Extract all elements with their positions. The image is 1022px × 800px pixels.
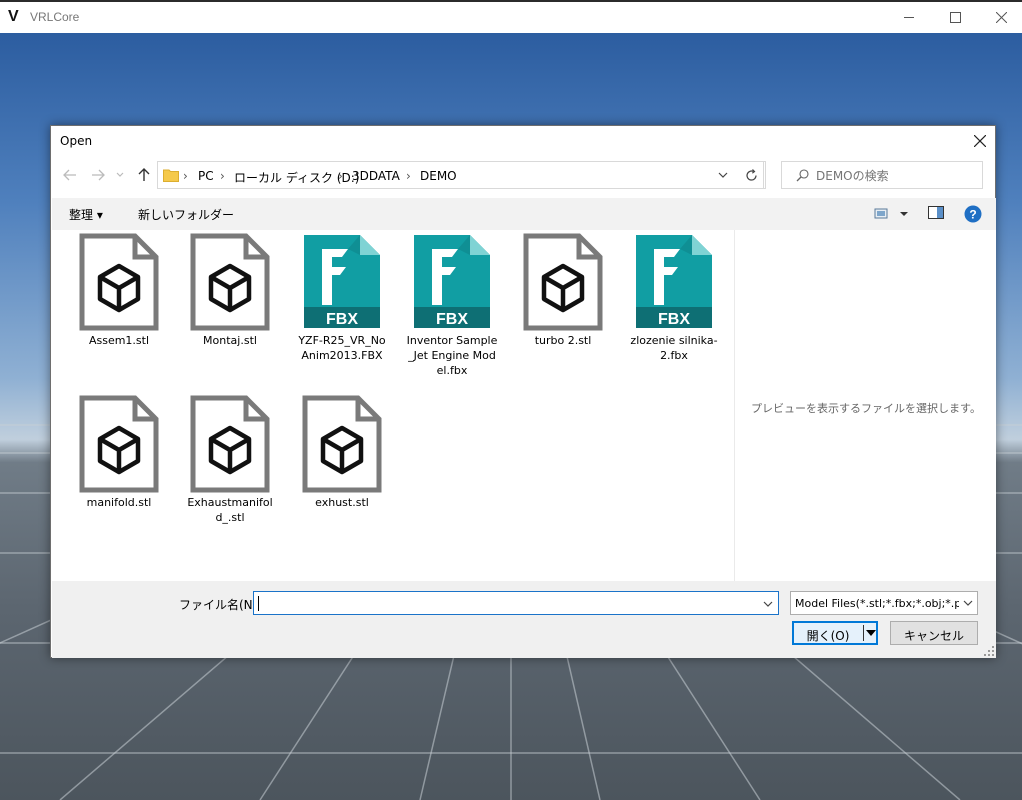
- file-item-stl[interactable]: turbo 2.stl: [513, 233, 613, 348]
- breadcrumb-3ddata[interactable]: 3DDATA: [352, 169, 400, 183]
- file-name: Exhaustmanifold_.stl: [187, 496, 273, 524]
- stl-file-icon: [523, 233, 603, 331]
- view-icon: [874, 208, 908, 219]
- app-titlebar: V VRLCore: [0, 0, 1022, 33]
- file-item-fbx[interactable]: FBX zlozenie silnika-2.fbx: [624, 233, 724, 363]
- svg-text:FBX: FBX: [436, 311, 468, 328]
- dialog-close-button[interactable]: [965, 126, 995, 156]
- file-name: manifold.stl: [86, 496, 152, 509]
- close-icon: [974, 135, 986, 147]
- address-bar[interactable]: › PC › ローカル ディスク (D:) › 3DDATA › DEMO: [157, 161, 764, 189]
- dialog-title: Open: [60, 134, 93, 148]
- app-logo: V: [8, 8, 19, 25]
- open-options-button[interactable]: [865, 627, 877, 639]
- filename-dropdown-button[interactable]: [760, 596, 776, 612]
- refresh-icon: [745, 168, 757, 181]
- help-button[interactable]: ?: [964, 205, 982, 223]
- file-item-stl[interactable]: manifold.stl: [69, 395, 169, 510]
- stl-file-icon: [79, 233, 159, 331]
- resize-grip-icon[interactable]: [984, 646, 994, 656]
- breadcrumb-demo[interactable]: DEMO: [420, 169, 457, 183]
- preview-pane-icon: [928, 206, 944, 219]
- organize-button[interactable]: 整理 ▾: [69, 206, 103, 223]
- file-name: turbo 2.stl: [534, 334, 592, 347]
- file-type-dropdown-button[interactable]: [961, 596, 975, 610]
- caret-down-icon: [866, 630, 876, 636]
- arrow-left-icon: [63, 169, 76, 181]
- file-name: Inventor Sample_Jet Engine Model.fbx: [406, 334, 498, 377]
- open-dialog: Open › PC › ローカル ディスク (D:) › 3DDATA › DE…: [50, 125, 996, 658]
- cancel-button[interactable]: キャンセル: [890, 621, 978, 645]
- chevron-down-icon: [763, 601, 773, 607]
- stl-file-icon: [190, 233, 270, 331]
- up-button[interactable]: [133, 162, 155, 188]
- folder-icon: [163, 169, 179, 182]
- minimize-icon: [903, 17, 914, 18]
- refresh-button[interactable]: [737, 161, 766, 189]
- file-item-stl[interactable]: Assem1.stl: [69, 233, 169, 348]
- chevron-down-icon: [718, 172, 728, 178]
- chevron-down-icon: [963, 600, 973, 606]
- address-dropdown-button[interactable]: [709, 161, 737, 189]
- preview-message: プレビューを表示するファイルを選択します。: [751, 402, 981, 415]
- fbx-file-icon: FBX: [304, 235, 380, 328]
- file-type-select[interactable]: Model Files(*.stl;*.fbx;*.obj;*.ply): [790, 591, 978, 615]
- fbx-file-icon: FBX: [414, 235, 490, 328]
- close-icon: [995, 12, 1007, 23]
- forward-button[interactable]: [87, 162, 109, 188]
- arrow-up-icon: [138, 168, 150, 181]
- file-name: Assem1.stl: [88, 334, 150, 347]
- bottom-panel: ファイル名(N): Model Files(*.stl;*.fbx;*.obj;…: [52, 581, 996, 658]
- maximize-icon: [949, 12, 961, 23]
- file-type-value: Model Files(*.stl;*.fbx;*.obj;*.ply): [795, 597, 959, 610]
- file-item-stl[interactable]: exhust.stl: [292, 395, 392, 510]
- file-item-fbx[interactable]: FBX YZF-R25_VR_NoAnim2013.FBX: [292, 233, 392, 363]
- file-name: YZF-R25_VR_NoAnim2013.FBX: [298, 334, 386, 362]
- filename-field[interactable]: [253, 591, 779, 615]
- back-button[interactable]: [59, 162, 81, 188]
- app-title: VRLCore: [30, 10, 80, 24]
- app-close-button[interactable]: [978, 2, 1022, 33]
- help-icon: ?: [964, 205, 982, 223]
- maximize-button[interactable]: [932, 2, 978, 33]
- open-button-label: 開く(O): [806, 629, 850, 643]
- file-name: exhust.stl: [315, 496, 369, 509]
- file-item-stl[interactable]: Montaj.stl: [180, 233, 280, 348]
- new-folder-button[interactable]: 新しいフォルダー: [138, 206, 234, 223]
- file-list[interactable]: Assem1.stl Montaj.stl FBX YZF-R25_VR_NoAnim…: [52, 230, 734, 581]
- stl-file-icon: [79, 395, 159, 493]
- file-name: Montaj.stl: [203, 334, 257, 347]
- breadcrumb-pc[interactable]: PC: [198, 169, 214, 183]
- preview-pane-button[interactable]: [928, 206, 944, 222]
- file-item-stl[interactable]: Exhaustmanifold_.stl: [180, 395, 280, 525]
- open-button[interactable]: 開く(O): [792, 621, 878, 645]
- file-name: zlozenie silnika-2.fbx: [630, 334, 718, 362]
- search-input[interactable]: [816, 167, 976, 185]
- stl-file-icon: [302, 395, 382, 493]
- change-view-button[interactable]: [874, 206, 910, 222]
- fbx-file-icon: FBX: [636, 235, 712, 328]
- filename-label: ファイル名(N):: [179, 598, 262, 612]
- svg-text:FBX: FBX: [658, 311, 690, 328]
- stl-file-icon: [190, 395, 270, 493]
- arrow-right-icon: [92, 169, 105, 181]
- svg-text:?: ?: [969, 208, 976, 222]
- chevron-down-icon: [116, 172, 124, 177]
- cancel-button-label: キャンセル: [903, 629, 964, 643]
- command-bar: 整理 ▾ 新しいフォルダー ?: [52, 198, 996, 230]
- search-box[interactable]: [781, 161, 983, 189]
- search-icon: [796, 169, 809, 182]
- preview-pane: プレビューを表示するファイルを選択します。: [734, 230, 996, 581]
- svg-text:FBX: FBX: [326, 311, 358, 328]
- filename-input[interactable]: [257, 595, 747, 611]
- recent-locations-button[interactable]: [113, 162, 127, 188]
- file-item-fbx[interactable]: FBX Inventor Sample_Jet Engine Model.fbx: [402, 233, 502, 378]
- minimize-button[interactable]: [886, 2, 932, 33]
